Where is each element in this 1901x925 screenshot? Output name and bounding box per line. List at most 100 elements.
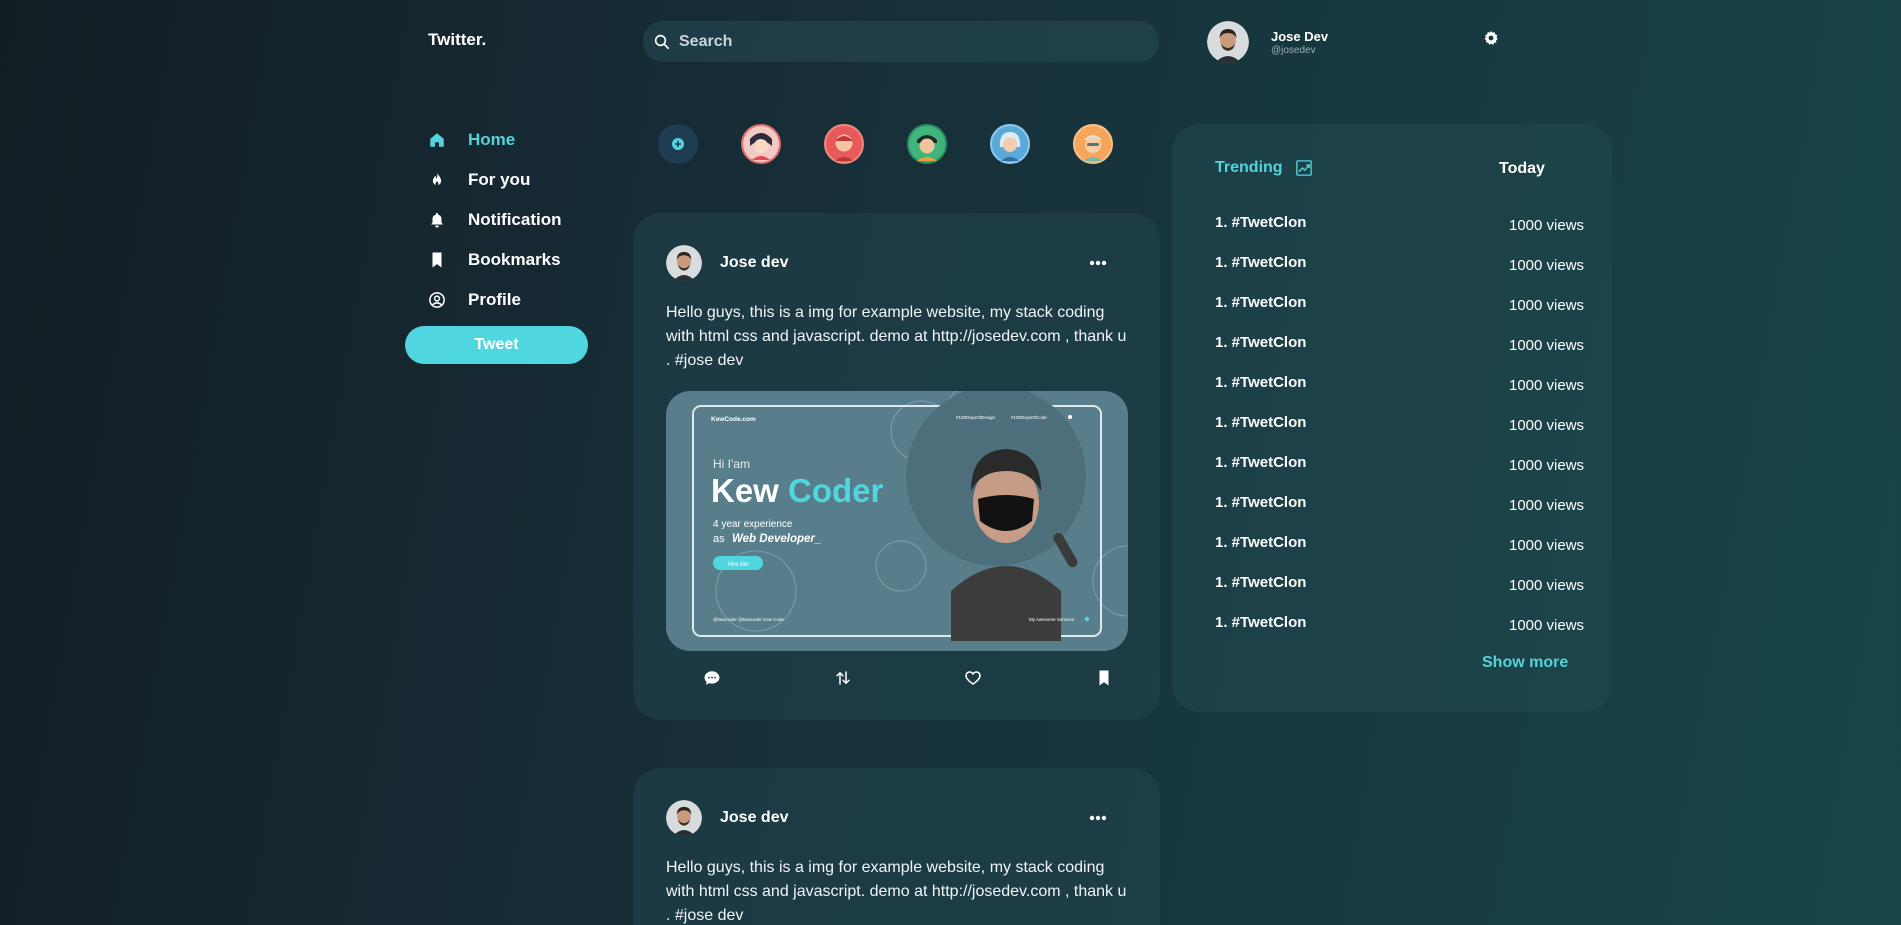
- sidebar-item-label: Home: [468, 130, 516, 149]
- trending-tag: 1. #TwetClon: [1215, 374, 1307, 391]
- image-cta: Hire Me: [727, 562, 749, 568]
- post-author-avatar[interactable]: [666, 245, 702, 281]
- trending-tag: 1. #TwetClon: [1215, 414, 1307, 431]
- trending-views: 1000 views: [1509, 417, 1585, 434]
- post-card: Jose dev Hello guys, this is a img for e…: [633, 213, 1160, 720]
- story-avatar-3: [907, 124, 947, 164]
- image-site-name: KewCode.com: [711, 416, 756, 423]
- sidebar-item-label: For you: [468, 170, 531, 189]
- user-name: Jose Dev: [1271, 28, 1329, 44]
- image-role-prefix: as: [713, 533, 725, 545]
- image-name-second: Coder: [788, 472, 884, 509]
- sidebar-item-profile[interactable]: Profile: [405, 280, 562, 320]
- sidebar-item-label: Profile: [468, 290, 521, 309]
- sidebar-item-label: Bookmarks: [468, 250, 561, 269]
- bell-icon: [431, 212, 443, 228]
- user-profile[interactable]: Jose Dev @josedev: [1207, 21, 1328, 63]
- retweet-icon[interactable]: [834, 669, 852, 687]
- story-avatar[interactable]: [907, 124, 947, 164]
- image-nav-2: #100DaysOfCode: [1011, 415, 1047, 420]
- more-options-icon[interactable]: [1089, 260, 1107, 266]
- trending-item[interactable]: 1. #TwetClon 1000 views: [1215, 254, 1587, 294]
- story-avatar[interactable]: [741, 124, 781, 164]
- image-footer-links: @kewcoder @kewcoder Kew Code: [713, 617, 784, 622]
- user-avatar[interactable]: [1207, 21, 1249, 63]
- story-avatar-2: [824, 124, 864, 164]
- trending-tag: 1. #TwetClon: [1215, 254, 1307, 271]
- trending-tag: 1. #TwetClon: [1215, 494, 1307, 511]
- trending-item[interactable]: 1. #TwetClon 1000 views: [1215, 454, 1587, 494]
- trending-tag: 1. #TwetClon: [1215, 614, 1307, 631]
- trending-item[interactable]: 1. #TwetClon 1000 views: [1215, 574, 1587, 614]
- trending-tag: 1. #TwetClon: [1215, 534, 1307, 551]
- trending-views: 1000 views: [1509, 377, 1585, 394]
- trending-tag: 1. #TwetClon: [1215, 294, 1307, 311]
- post-author-name[interactable]: Jose dev: [720, 809, 788, 827]
- trending-views: 1000 views: [1509, 297, 1585, 314]
- story-avatar[interactable]: [990, 124, 1030, 164]
- post-card: Jose dev Hello guys, this is a img for e…: [633, 768, 1160, 925]
- trending-item[interactable]: 1. #TwetClon 1000 views: [1215, 494, 1587, 534]
- home-icon: [430, 133, 444, 147]
- story-avatar-1: [741, 124, 781, 164]
- post-image[interactable]: KewCode.com #100DaysOfDesign #100DaysOfC…: [666, 391, 1128, 651]
- trending-item[interactable]: 1. #TwetClon 1000 views: [1215, 294, 1587, 334]
- comment-icon[interactable]: [703, 669, 721, 687]
- trending-views: 1000 views: [1509, 617, 1585, 634]
- post-text: Hello guys, this is a img for example we…: [666, 304, 1127, 369]
- search-input[interactable]: [679, 32, 1119, 51]
- app-logo[interactable]: Twitter.: [428, 30, 486, 50]
- sidebar-item-label: Notification: [468, 210, 562, 229]
- trending-views: 1000 views: [1509, 217, 1585, 234]
- gear-icon[interactable]: [1483, 30, 1499, 46]
- story-avatar[interactable]: [824, 124, 864, 164]
- sidebar-item-home[interactable]: Home: [405, 120, 562, 160]
- sidebar-item-notification[interactable]: Notification: [405, 200, 562, 240]
- trending-title[interactable]: Trending: [1215, 159, 1283, 177]
- tweet-button[interactable]: Tweet: [405, 326, 588, 364]
- trend-chart-icon: [1295, 160, 1312, 176]
- trending-views: 1000 views: [1509, 537, 1585, 554]
- trending-item[interactable]: 1. #TwetClon 1000 views: [1215, 214, 1587, 254]
- post-author-avatar[interactable]: [666, 800, 702, 836]
- post-author-name[interactable]: Jose dev: [720, 254, 788, 272]
- trending-item[interactable]: 1. #TwetClon 1000 views: [1215, 534, 1587, 574]
- sidebar-item-bookmarks[interactable]: Bookmarks: [405, 240, 562, 280]
- image-nav-1: #100DaysOfDesign: [956, 415, 996, 420]
- trending-tag: 1. #TwetClon: [1215, 454, 1307, 471]
- post-actions: [633, 651, 1160, 687]
- trending-period[interactable]: Today: [1499, 160, 1545, 178]
- trending-list: 1. #TwetClon 1000 views 1. #TwetClon 1000 …: [1215, 214, 1587, 654]
- bookmark-icon: [432, 252, 442, 268]
- post-image-graphic: KewCode.com #100DaysOfDesign #100DaysOfC…: [666, 391, 1128, 651]
- show-more-link[interactable]: Show more: [1482, 654, 1568, 672]
- add-story-button[interactable]: [658, 124, 698, 164]
- image-greeting: Hi I'am: [713, 457, 750, 471]
- trending-views: 1000 views: [1509, 577, 1585, 594]
- trending-views: 1000 views: [1509, 497, 1585, 514]
- trending-tag: 1. #TwetClon: [1215, 334, 1307, 351]
- more-options-icon[interactable]: [1089, 815, 1107, 821]
- story-avatar-4: [990, 124, 1030, 164]
- trending-item[interactable]: 1. #TwetClon 1000 views: [1215, 334, 1587, 374]
- fire-icon: [432, 172, 442, 186]
- trending-tag: 1. #TwetClon: [1215, 574, 1307, 591]
- trending-views: 1000 views: [1509, 457, 1585, 474]
- trending-item[interactable]: 1. #TwetClon 1000 views: [1215, 614, 1587, 654]
- bookmark-icon[interactable]: [1095, 669, 1113, 687]
- trending-views: 1000 views: [1509, 257, 1585, 274]
- sidebar-nav: Home For you Notification Bookmarks Prof…: [405, 120, 562, 320]
- trending-item[interactable]: 1. #TwetClon 1000 views: [1215, 414, 1587, 454]
- sidebar-item-for-you[interactable]: For you: [405, 160, 562, 200]
- story-avatar[interactable]: [1073, 124, 1113, 164]
- user-handle: @josedev: [1271, 44, 1316, 56]
- heart-icon[interactable]: [964, 669, 982, 687]
- post-text: Hello guys, this is a img for example we…: [666, 859, 1127, 924]
- trending-item[interactable]: 1. #TwetClon 1000 views: [1215, 374, 1587, 414]
- trending-views: 1000 views: [1509, 337, 1585, 354]
- image-name-first: Kew: [711, 472, 779, 509]
- plus-circle-icon: [658, 124, 698, 164]
- search-icon: [654, 34, 670, 49]
- image-role: Web Developer_: [732, 533, 821, 545]
- search-bar[interactable]: [643, 21, 1159, 62]
